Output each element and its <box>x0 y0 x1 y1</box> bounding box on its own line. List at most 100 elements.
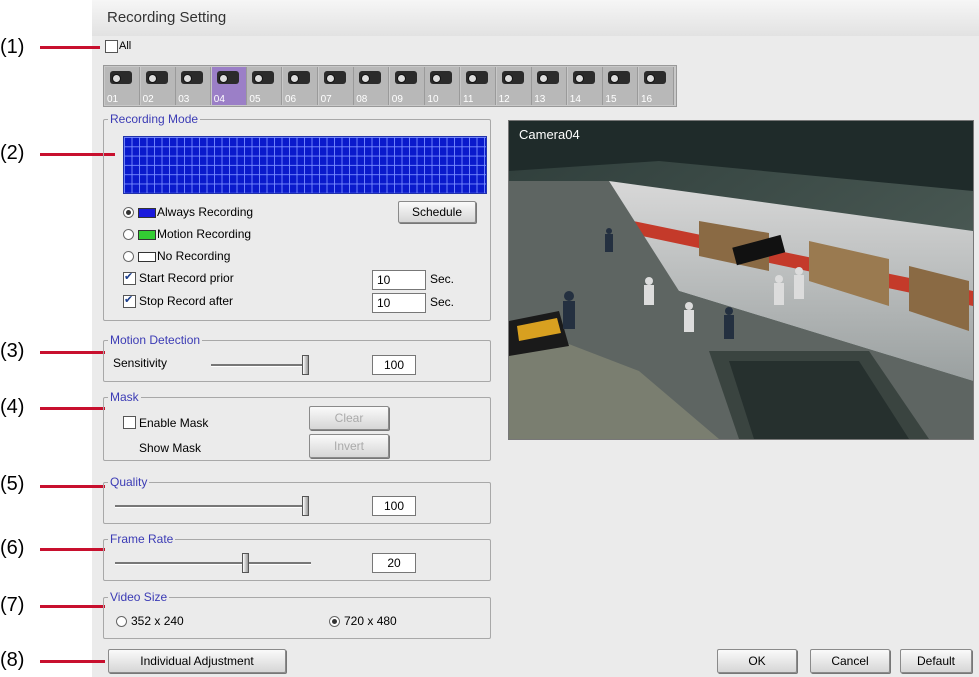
quality-slider-track[interactable] <box>115 505 307 508</box>
mask-title: Mask <box>108 390 141 404</box>
camera-number: 14 <box>569 94 581 105</box>
stop-record-after-input[interactable]: 10 <box>372 293 426 313</box>
all-label: All <box>119 40 132 52</box>
camera-number: 12 <box>498 94 510 105</box>
camera-button-05[interactable]: 05 <box>247 67 283 105</box>
frame-rate-slider-thumb[interactable] <box>242 553 249 573</box>
motion-recording-radio[interactable] <box>123 229 134 240</box>
individual-adjustment-button[interactable]: Individual Adjustment <box>108 649 286 673</box>
enable-mask-label: Enable Mask <box>139 416 209 430</box>
camera-button-12[interactable]: 12 <box>496 67 532 105</box>
camera-icon <box>323 71 346 84</box>
callout-line-4 <box>40 407 105 410</box>
callout-line-7 <box>40 605 105 608</box>
camera-button-09[interactable]: 09 <box>389 67 425 105</box>
camera-button-03[interactable]: 03 <box>176 67 212 105</box>
video-size-720-label: 720 x 480 <box>344 614 397 628</box>
quality-value[interactable]: 100 <box>372 496 416 516</box>
callout-3: (3) <box>0 340 25 362</box>
camera-icon <box>466 71 488 84</box>
schedule-grid[interactable] <box>123 136 487 194</box>
camera-button-10[interactable]: 10 <box>425 67 461 105</box>
camera-icon <box>359 71 382 84</box>
camera-lens <box>290 74 299 83</box>
camera-icon <box>608 71 631 84</box>
start-record-prior-checkbox[interactable] <box>123 270 136 285</box>
callout-line-3 <box>40 351 105 354</box>
no-recording-label: No Recording <box>157 249 231 263</box>
sensitivity-slider-thumb[interactable] <box>302 355 309 375</box>
clear-mask-button[interactable]: Clear <box>309 406 389 430</box>
camera-button-16[interactable]: 16 <box>639 67 674 105</box>
camera-icon <box>430 71 453 84</box>
camera-icon <box>145 71 168 84</box>
camera-lens <box>218 74 228 83</box>
camera-lens <box>432 74 442 83</box>
camera-button-01[interactable]: 01 <box>105 67 140 105</box>
callout-line-6 <box>40 548 105 551</box>
callout-line-5 <box>40 485 105 488</box>
camera-lens <box>396 74 406 83</box>
camera-button-04[interactable]: 04 <box>211 67 247 105</box>
stop-record-after-checkbox[interactable] <box>123 293 136 308</box>
camera-button-15[interactable]: 15 <box>603 67 639 105</box>
always-recording-radio[interactable] <box>123 207 134 218</box>
enable-mask-checkbox[interactable] <box>123 416 136 429</box>
camera-button-07[interactable]: 07 <box>318 67 354 105</box>
frame-rate-group: Frame Rate <box>103 532 491 581</box>
camera-icon <box>288 71 310 84</box>
camera-selector: 01 02 03 04 05 06 07 08 09 10 11 12 13 14 15 16 <box>103 65 677 107</box>
callout-4: (4) <box>0 396 25 418</box>
callout-1: (1) <box>0 36 25 58</box>
no-recording-color <box>138 252 156 262</box>
callout-2: (2) <box>0 142 25 164</box>
camera-button-08[interactable]: 08 <box>354 67 390 105</box>
camera-lens <box>254 74 264 83</box>
camera-icon <box>110 71 132 84</box>
camera-number: 01 <box>107 94 119 105</box>
camera-number: 09 <box>391 94 403 105</box>
start-record-prior-label: Start Record prior <box>139 271 234 285</box>
camera-icon <box>394 71 417 84</box>
camera-button-11[interactable]: 11 <box>461 67 496 105</box>
camera-lens <box>183 74 193 83</box>
invert-mask-button[interactable]: Invert <box>309 434 389 458</box>
callout-line-8 <box>40 660 105 663</box>
camera-lens <box>112 74 121 83</box>
sensitivity-slider-track[interactable] <box>211 364 307 367</box>
quality-title: Quality <box>108 475 150 489</box>
default-button[interactable]: Default <box>900 649 972 673</box>
callout-line-1 <box>40 46 100 49</box>
start-record-prior-input[interactable]: 10 <box>372 270 426 290</box>
schedule-button[interactable]: Schedule <box>398 201 476 223</box>
no-recording-radio[interactable] <box>123 251 134 262</box>
camera-number: 06 <box>285 94 297 105</box>
camera-number: 08 <box>356 94 368 105</box>
stop-record-after-label: Stop Record after <box>139 294 234 308</box>
motion-recording-color <box>138 230 156 240</box>
sensitivity-value[interactable]: 100 <box>372 355 416 375</box>
camera-button-06[interactable]: 06 <box>283 67 318 105</box>
show-mask-label: Show Mask <box>139 441 202 455</box>
camera-number: 02 <box>142 94 154 105</box>
camera-button-02[interactable]: 02 <box>140 67 176 105</box>
all-checkbox[interactable] <box>105 40 118 53</box>
frame-rate-slider-track[interactable] <box>115 562 311 565</box>
camera-icon <box>537 71 560 84</box>
cancel-button[interactable]: Cancel <box>810 649 890 673</box>
video-size-720-radio[interactable] <box>329 616 340 627</box>
camera-lens <box>646 74 655 83</box>
quality-slider-thumb[interactable] <box>302 496 309 516</box>
camera-button-14[interactable]: 14 <box>567 67 603 105</box>
frame-rate-value[interactable]: 20 <box>372 553 416 573</box>
camera-number: 11 <box>463 94 474 105</box>
video-size-352-radio[interactable] <box>116 616 127 627</box>
callout-5: (5) <box>0 473 25 495</box>
camera-lens <box>574 74 584 83</box>
always-recording-color <box>138 208 156 218</box>
camera-button-13[interactable]: 13 <box>532 67 568 105</box>
always-recording-label: Always Recording <box>157 205 254 219</box>
sensitivity-label: Sensitivity <box>113 356 168 370</box>
ok-button[interactable]: OK <box>717 649 797 673</box>
camera-number: 03 <box>178 94 190 105</box>
